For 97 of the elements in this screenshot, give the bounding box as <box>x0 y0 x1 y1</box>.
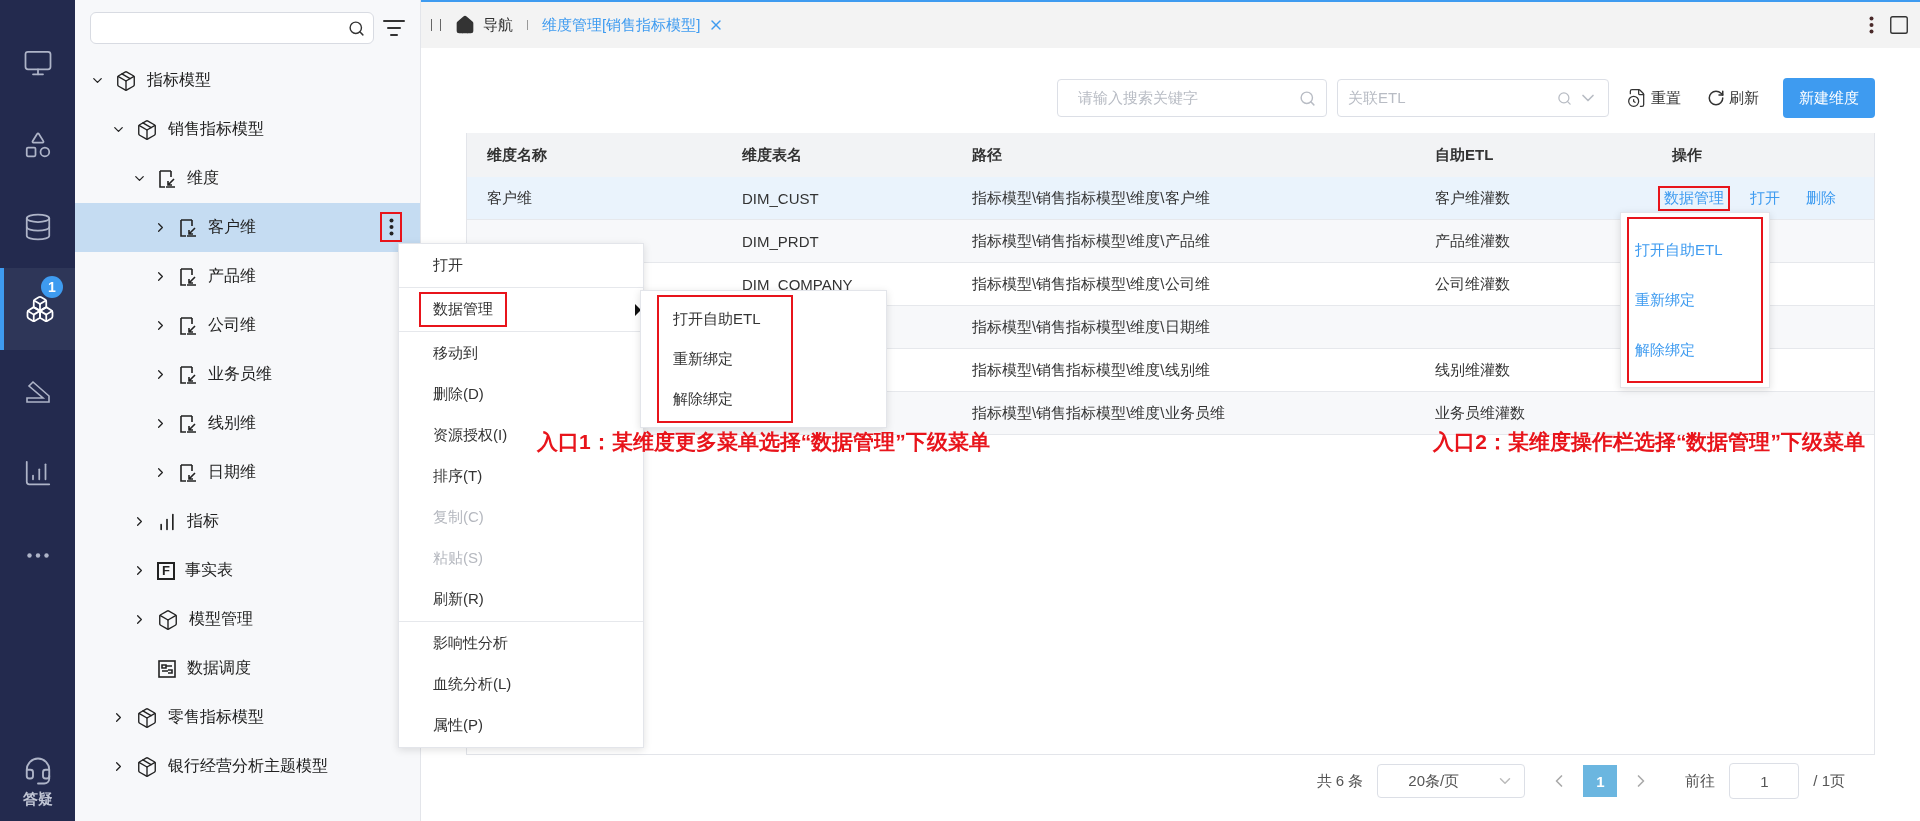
bar-chart-icon <box>157 511 177 532</box>
grip-icon[interactable] <box>431 19 441 31</box>
reset-button[interactable]: 重置 <box>1619 88 1689 108</box>
dimension-icon <box>157 168 177 189</box>
tree-item[interactable]: F 事实表 <box>75 546 420 595</box>
tree-label: 指标模型 <box>147 70 211 90</box>
cube-icon <box>136 706 158 729</box>
cube-icon <box>136 118 158 141</box>
schedule-icon <box>157 658 177 679</box>
more-button[interactable] <box>380 212 402 242</box>
column-header: 维度名称 <box>486 145 548 165</box>
tree-item[interactable]: 数据调度 <box>75 644 420 693</box>
page-size-select[interactable]: 20条/页 <box>1377 764 1526 798</box>
tab[interactable]: 导航 <box>455 15 513 35</box>
tree-item[interactable]: 银行经营分析主题模型 <box>75 742 420 791</box>
search-field[interactable] <box>90 12 374 44</box>
tree-label: 销售指标模型 <box>168 119 264 139</box>
page-count: / 1页 <box>1813 771 1845 791</box>
tree-item[interactable]: 产品维 <box>75 252 420 301</box>
search-icon <box>348 19 365 37</box>
table-cell: 客户维 <box>487 188 532 208</box>
tab-label: 导航 <box>483 15 513 35</box>
menu-item[interactable]: 数据管理 <box>419 292 507 327</box>
menu-item[interactable]: 影响性分析 <box>419 626 522 661</box>
tree-label: 银行经营分析主题模型 <box>168 756 328 776</box>
tree-label: 产品维 <box>208 266 256 286</box>
menu-item[interactable]: 排序(T) <box>419 459 497 494</box>
dimension-icon <box>178 315 198 336</box>
table-cell: 客户维灌数 <box>1435 188 1510 208</box>
column-header: 路径 <box>971 145 1003 165</box>
cubes-icon <box>24 294 55 324</box>
table-cell: 指标模型\销售指标模型\维度\业务员维 <box>972 403 1225 423</box>
refresh-icon <box>1707 89 1725 107</box>
cube-icon <box>115 69 137 92</box>
menu-item[interactable]: 血统分析(L) <box>419 667 526 702</box>
tree-item[interactable]: 指标 <box>75 497 420 546</box>
tree-item[interactable]: 业务员维 <box>75 350 420 399</box>
tree-label: 线别维 <box>208 413 256 433</box>
tree-label: 公司维 <box>208 315 256 335</box>
home-icon <box>455 15 475 35</box>
tree-label: 数据调度 <box>187 658 251 678</box>
tree-item[interactable]: 公司维 <box>75 301 420 350</box>
cube-icon <box>157 608 179 631</box>
monitor-icon <box>22 48 53 78</box>
tree-item[interactable]: 零售指标模型 <box>75 693 420 742</box>
maximize-icon[interactable] <box>1888 14 1910 36</box>
tree-label: 业务员维 <box>208 364 272 384</box>
more-vertical-icon[interactable] <box>1869 16 1874 34</box>
help-label[interactable]: 答疑 <box>22 790 53 809</box>
tree-item[interactable]: 客户维 <box>75 203 420 252</box>
count-badge: 1 <box>41 276 63 298</box>
table-cell: 指标模型\销售指标模型\维度\线别维 <box>972 360 1210 380</box>
reset-icon <box>1627 88 1647 108</box>
table-cell: 指标模型\销售指标模型\维度\日期维 <box>972 317 1210 337</box>
tree-label: 指标 <box>187 511 219 531</box>
tree-item[interactable]: 销售指标模型 <box>75 105 420 154</box>
fact-table-icon: F <box>157 561 175 580</box>
dimension-icon <box>178 217 198 238</box>
tree-label: 事实表 <box>185 560 233 580</box>
search-icon <box>1557 90 1572 106</box>
column-header: 自助ETL <box>1434 145 1495 165</box>
total-count: 共 6 条 <box>1316 771 1364 791</box>
tree-item[interactable]: 指标模型 <box>75 56 420 105</box>
tree-item[interactable]: 日期维 <box>75 448 420 497</box>
dimension-icon <box>178 266 198 287</box>
table-cell: 指标模型\销售指标模型\维度\公司维 <box>972 274 1210 294</box>
table-cell: DIM_PRDT <box>742 232 819 250</box>
page-input[interactable]: 1 <box>1729 763 1800 799</box>
dimension-icon <box>178 462 198 483</box>
table-cell: 产品维灌数 <box>1435 231 1510 251</box>
table-cell: 指标模型\销售指标模型\维度\客户维 <box>972 188 1210 208</box>
column-header: 维度表名 <box>741 145 803 165</box>
more-vertical-icon[interactable] <box>388 218 394 236</box>
more-icon <box>26 552 49 558</box>
table-cell: 指标模型\销售指标模型\维度\产品维 <box>972 231 1210 251</box>
table-cell: 业务员维灌数 <box>1435 403 1525 423</box>
search-icon <box>1299 89 1316 107</box>
table-cell: 线别维灌数 <box>1435 360 1510 380</box>
tree-label: 客户维 <box>208 217 256 237</box>
dimension-icon <box>178 364 198 385</box>
menu-item[interactable]: 属性(P) <box>419 708 497 743</box>
goto-label: 前往 <box>1685 771 1716 791</box>
tree-item[interactable]: 线别维 <box>75 399 420 448</box>
tree-label: 模型管理 <box>189 609 253 629</box>
dimension-icon <box>178 413 198 434</box>
refresh-button[interactable]: 刷新 <box>1699 88 1767 108</box>
table-cell: DIM_COMPANY <box>742 275 853 293</box>
column-header: 操作 <box>1671 145 1703 165</box>
tree-item[interactable]: 模型管理 <box>75 595 420 644</box>
tree-item[interactable]: 维度 <box>75 154 420 203</box>
tree-label: 零售指标模型 <box>168 707 264 727</box>
tree-label: 维度 <box>187 168 219 188</box>
menu-item[interactable]: 刷新(R) <box>419 582 498 617</box>
table-cell: DIM_CUST <box>742 189 819 207</box>
tree-label: 日期维 <box>208 462 256 482</box>
cube-icon <box>136 755 158 778</box>
table-cell: 公司维灌数 <box>1435 274 1510 294</box>
